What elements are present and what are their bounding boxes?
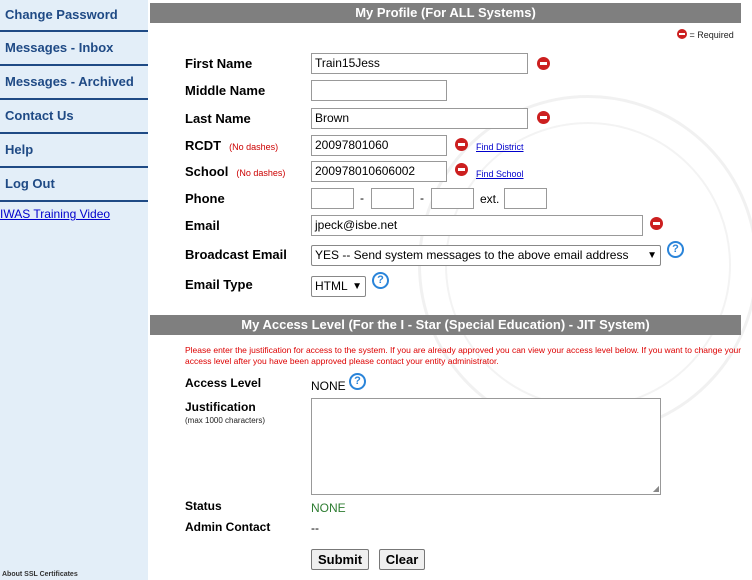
- admin-contact-value: --: [311, 521, 319, 535]
- find-school-link[interactable]: Find School: [476, 169, 524, 179]
- required-icon: [537, 111, 550, 124]
- submit-button[interactable]: Submit: [311, 549, 369, 570]
- main-content: My Profile (For ALL Systems) = Required …: [150, 0, 752, 580]
- help-icon[interactable]: ?: [372, 272, 389, 289]
- rcdt-field[interactable]: 20097801060: [311, 135, 447, 156]
- middle-name-label: Middle Name: [185, 83, 266, 98]
- first-name-label: First Name: [185, 56, 253, 71]
- find-district-link[interactable]: Find District: [476, 142, 524, 152]
- required-icon: [455, 163, 468, 176]
- phone-label: Phone: [185, 191, 225, 206]
- last-name-field[interactable]: Brown: [311, 108, 528, 129]
- sidebar-item-messages-inbox[interactable]: Messages - Inbox: [0, 32, 148, 66]
- access-section-header: My Access Level (For the I - Star (Speci…: [150, 315, 741, 335]
- sidebar-item-change-password[interactable]: Change Password: [0, 0, 148, 32]
- email-field[interactable]: jpeck@isbe.net: [311, 215, 643, 236]
- rcdt-note: (No dashes): [229, 142, 279, 152]
- access-instructions: Please enter the justification for acces…: [185, 345, 742, 366]
- phone-separator: -: [360, 191, 364, 205]
- email-type-value: HTML: [315, 279, 348, 293]
- school-field[interactable]: 200978010606002: [311, 161, 447, 182]
- status-label: Status: [185, 499, 222, 513]
- broadcast-email-label: Broadcast Email: [185, 247, 287, 262]
- chevron-down-icon: ▼: [352, 281, 362, 292]
- access-level-value: NONE: [311, 379, 346, 393]
- ssl-certificates-link[interactable]: About SSL Certificates: [2, 571, 78, 578]
- required-legend: = Required: [677, 29, 734, 40]
- required-icon: [455, 138, 468, 151]
- justification-label: Justification: [185, 400, 256, 414]
- phone-ext-label: ext.: [480, 192, 500, 206]
- required-icon: [537, 57, 550, 70]
- phone-prefix-field[interactable]: [371, 188, 414, 209]
- clear-button[interactable]: Clear: [379, 549, 425, 570]
- phone-line-field[interactable]: [431, 188, 474, 209]
- middle-name-field[interactable]: [311, 80, 447, 101]
- rcdt-label-text: RCDT: [185, 138, 222, 153]
- email-type-select[interactable]: HTML ▼: [311, 276, 366, 297]
- sidebar-item-contact-us[interactable]: Contact Us: [0, 100, 148, 134]
- training-video-link[interactable]: IWAS Training Video: [0, 207, 110, 221]
- sidebar-item-help[interactable]: Help: [0, 134, 148, 168]
- rcdt-label: RCDT (No dashes): [185, 138, 278, 153]
- school-note: (No dashes): [236, 168, 286, 178]
- email-type-label: Email Type: [185, 277, 253, 292]
- email-label: Email: [185, 218, 220, 233]
- phone-extension-field[interactable]: [504, 188, 547, 209]
- required-legend-text: = Required: [689, 30, 734, 40]
- required-icon: [650, 217, 663, 230]
- justification-note: (max 1000 characters): [185, 416, 266, 425]
- school-label-text: School: [185, 164, 229, 179]
- admin-contact-label: Admin Contact: [185, 520, 271, 534]
- resize-grip-icon[interactable]: ◢: [653, 485, 659, 493]
- first-name-field[interactable]: Train15Jess: [311, 53, 528, 74]
- access-level-label: Access Level: [185, 376, 262, 390]
- help-icon[interactable]: ?: [349, 373, 366, 390]
- sidebar: Change Password Messages - Inbox Message…: [0, 0, 148, 580]
- chevron-down-icon: ▼: [647, 250, 657, 261]
- sidebar-item-messages-archived[interactable]: Messages - Archived: [0, 66, 148, 100]
- required-icon: [677, 29, 687, 39]
- profile-section-header: My Profile (For ALL Systems): [150, 3, 741, 23]
- sidebar-item-log-out[interactable]: Log Out: [0, 168, 148, 202]
- status-value: NONE: [311, 501, 346, 515]
- phone-area-code-field[interactable]: [311, 188, 354, 209]
- last-name-label: Last Name: [185, 111, 251, 126]
- help-icon[interactable]: ?: [667, 241, 684, 258]
- school-label: School (No dashes): [185, 164, 285, 179]
- broadcast-email-value: YES -- Send system messages to the above…: [315, 248, 629, 262]
- broadcast-email-select[interactable]: YES -- Send system messages to the above…: [311, 245, 661, 266]
- phone-separator: -: [420, 191, 424, 205]
- justification-textarea[interactable]: ◢: [311, 398, 661, 495]
